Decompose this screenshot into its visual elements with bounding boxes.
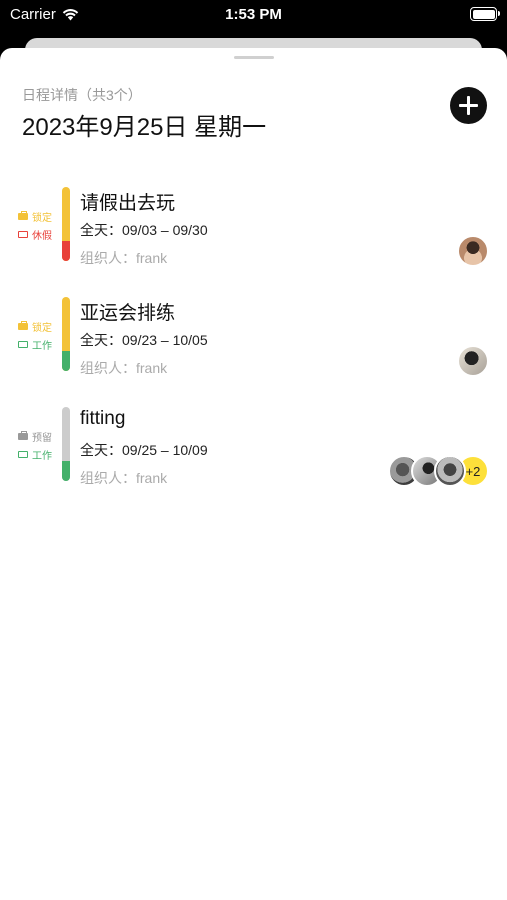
sheet-grabber[interactable] [234,56,274,59]
event-type-indicator [62,351,70,371]
event-tag: 预留 [18,427,60,445]
event-type-indicator [62,241,70,261]
event-title: fitting [80,408,126,429]
event-title: 亚运会排练 [80,303,176,324]
participants[interactable] [457,345,489,377]
participants[interactable]: +2 [388,455,489,487]
event-organizer: 组织人：frank [80,470,168,486]
event-tag-label: 工作 [32,450,52,462]
event-color-bar [62,187,70,261]
event-tag-label: 锁定 [32,212,52,224]
briefcase-icon [18,210,28,220]
page-title: 2023年9月25日 星期一 [22,114,267,141]
event-organizer: 组织人：frank [80,360,168,376]
schedule-count-label: 日程详情（共3个） [22,87,142,103]
event-item[interactable]: 锁定 休假 请假出去玩 全天：09/03 – 09/30 组织人：frank [0,185,507,285]
event-tag-label: 锁定 [32,322,52,334]
event-item[interactable]: 预留工作 fitting 全天：09/25 – 10/09 组织人：frank +2 [0,405,507,505]
event-organizer: 组织人：frank [80,250,168,266]
add-event-button[interactable] [450,87,487,124]
event-item[interactable]: 锁定 工作 亚运会排练 全天：09/23 – 10/05 组织人：frank [0,295,507,395]
work-bag-icon [18,340,28,348]
event-tag: 工作 [18,335,60,353]
participants[interactable] [457,235,489,267]
avatar [457,345,489,377]
status-bar: Carrier 1:53 PM [0,0,507,30]
event-tags: 预留 工作 [18,427,60,463]
event-title: 请假出去玩 [80,193,176,214]
suitcase-icon [18,230,28,238]
event-color-bar [62,407,70,481]
lock-icon [18,430,28,440]
work-bag-icon [18,450,28,458]
battery-icon [470,7,500,21]
event-date: 全天：09/03 – 09/30 [80,222,208,238]
event-tags: 锁定 工作 [18,317,60,353]
event-tag: 锁定 [18,207,60,225]
event-date: 全天：09/25 – 10/09 [80,442,208,458]
event-tag: 休假 [18,225,60,243]
event-tag: 工作 [18,445,60,463]
avatar [434,455,466,487]
event-tags: 锁定 休假 [18,207,60,243]
event-tag-label: 预留 [32,432,52,444]
event-type-indicator [62,461,70,481]
status-time: 1:53 PM [225,6,282,23]
avatar [457,235,489,267]
event-tag-label: 休假 [32,230,52,242]
schedule-sheet: 日程详情（共3个） 2023年9月25日 星期一 锁定 休假 请假出去玩 全天：09/… [0,48,507,900]
event-tag: 锁定 [18,317,60,335]
event-color-bar [62,297,70,371]
event-tag-label: 工作 [32,340,52,352]
briefcase-icon [18,320,28,330]
event-date: 全天：09/23 – 10/05 [80,332,208,348]
